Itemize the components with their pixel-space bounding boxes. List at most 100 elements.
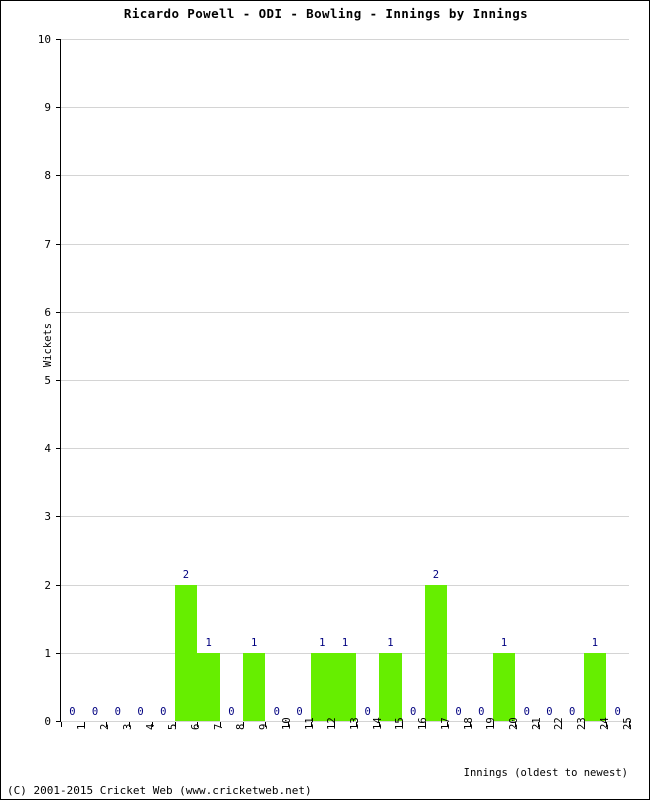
- bar[interactable]: [583, 652, 607, 721]
- x-axis-title: Innings (oldest to newest): [463, 767, 628, 779]
- bar-value-label: 0: [569, 705, 576, 718]
- bar-slot: 0: [288, 39, 311, 721]
- y-axis-tick-label: 0: [44, 715, 51, 728]
- bar-value-label: 0: [228, 705, 235, 718]
- bar-slot: 0: [356, 39, 379, 721]
- x-axis-tick-label: 9: [258, 723, 271, 730]
- x-axis-tick-label: 22: [553, 717, 566, 730]
- y-axis-tick-label: 10: [37, 33, 51, 46]
- bar-value-label: 0: [69, 705, 76, 718]
- x-axis-tick-label: 1: [76, 723, 89, 730]
- bar[interactable]: [379, 652, 402, 721]
- x-axis-tick-label: 11: [303, 717, 316, 730]
- bar-slot: 1: [310, 39, 334, 721]
- x-axis-tick-label: 19: [485, 717, 498, 730]
- bar-value-label: 0: [455, 705, 462, 718]
- bar-value-label: 1: [250, 637, 258, 650]
- bar-value-label: 1: [387, 637, 394, 650]
- bar-value-label: 1: [591, 637, 599, 650]
- bar[interactable]: [333, 652, 357, 721]
- bar[interactable]: [492, 652, 516, 721]
- y-axis-tick-label: 9: [44, 101, 51, 115]
- bar-slot: 0: [515, 39, 538, 721]
- x-axis-tick-label: 21: [530, 717, 543, 730]
- bar-value-label: 1: [205, 637, 212, 650]
- bar-slot: 0: [152, 39, 175, 721]
- bar-slot: 1: [242, 39, 266, 721]
- bar-slot: 0: [84, 39, 107, 721]
- y-gridline: [61, 721, 629, 722]
- bar-value-label: 0: [91, 705, 99, 718]
- bar-slot: 0: [561, 39, 584, 721]
- x-axis-tick-label: 18: [462, 717, 475, 730]
- chart-page: Ricardo Powell - ODI - Bowling - Innings…: [0, 0, 650, 800]
- bar-value-label: 2: [182, 569, 190, 582]
- y-axis-tick-label: 8: [44, 169, 51, 183]
- bar-value-label: 1: [500, 637, 508, 650]
- plot-area: Wickets 0 1 2 3 4 5 6 7 8 9 10 0 0 0 0 0 2 1 0 1 0 0 1 1 0 1 0 2 0 0 1…: [38, 34, 629, 727]
- bar[interactable]: [197, 652, 221, 721]
- x-axis-tick-label: 15: [394, 717, 407, 730]
- y-axis-title: Wickets: [42, 322, 54, 368]
- x-axis-tick-label: 16: [417, 717, 430, 730]
- bar-slot: 0: [129, 39, 152, 721]
- x-axis-tick-label: 13: [349, 717, 361, 730]
- bar-slot: 1: [492, 39, 516, 721]
- bar-slot: 1: [333, 39, 357, 721]
- x-axis-tick-label: 17: [439, 717, 452, 730]
- y-axis-tick-label: 6: [44, 305, 51, 319]
- x-axis-tick-label: 23: [576, 717, 589, 730]
- x-axis-tick-label: 20: [508, 717, 521, 730]
- x-axis-tick-label: 10: [280, 717, 293, 730]
- bar-slot: 0: [106, 39, 129, 721]
- x-axis-tick-label: 12: [326, 717, 339, 730]
- chart-title: Ricardo Powell - ODI - Bowling - Innings…: [123, 6, 529, 21]
- x-axis-tick-label: 4: [144, 723, 157, 730]
- bar-value-label: 1: [319, 637, 326, 650]
- bar-value-label: 0: [478, 705, 485, 718]
- y-axis-tick-label: 3: [44, 510, 51, 524]
- bar-slot: 0: [606, 39, 629, 721]
- y-axis-tick-label: 5: [44, 374, 51, 387]
- x-axis-tick-label: 6: [189, 723, 202, 730]
- bar-value-label: 1: [341, 637, 349, 650]
- x-axis-tick-label: 5: [167, 723, 180, 730]
- y-axis-tick-label: 2: [44, 578, 51, 592]
- bar-slot: 0: [265, 39, 288, 721]
- bar[interactable]: [424, 584, 448, 721]
- bar-value-label: 0: [364, 705, 371, 718]
- bar-slot: 0: [61, 39, 84, 721]
- bar-value-label: 2: [432, 569, 440, 582]
- x-axis-tick-label: 14: [371, 717, 384, 730]
- bar-value-label: 0: [523, 705, 530, 718]
- x-axis-tick-label: 2: [99, 723, 112, 730]
- x-axis-tick-label: 8: [235, 723, 248, 730]
- bar-slot: 0: [220, 39, 243, 721]
- y-axis-tick-label: 1: [44, 646, 51, 660]
- x-axis-tick-label: 3: [121, 723, 134, 730]
- bar-value-label: 0: [273, 705, 280, 718]
- bar-slot: 0: [538, 39, 561, 721]
- bar[interactable]: [242, 652, 266, 721]
- footer-copyright: (C) 2001-2015 Cricket Web (www.cricketwe…: [7, 784, 312, 797]
- bar-value-label: 0: [114, 705, 121, 718]
- bar[interactable]: [174, 584, 198, 721]
- bar-value-label: 0: [160, 705, 167, 718]
- bar-value-label: 0: [409, 705, 417, 718]
- bar-value-label: 0: [546, 705, 553, 718]
- x-axis-tick: [61, 722, 62, 727]
- x-axis-tick-label: 7: [212, 723, 225, 730]
- bar-slot: 0: [470, 39, 493, 721]
- bar-slot: 0: [447, 39, 470, 721]
- bar[interactable]: [310, 652, 334, 721]
- bar-slot: 2: [174, 39, 198, 721]
- bar-slot: 1: [583, 39, 607, 721]
- bar-slot: 1: [197, 39, 221, 721]
- bar-slot: 2: [424, 39, 448, 721]
- bar-value-label: 0: [137, 705, 144, 718]
- bar-slot: 0: [402, 39, 425, 721]
- bar-value-label: 0: [296, 705, 303, 718]
- x-axis-tick-label: 24: [598, 717, 611, 730]
- bar-slot: 1: [379, 39, 402, 721]
- bar-value-label: 0: [614, 705, 621, 718]
